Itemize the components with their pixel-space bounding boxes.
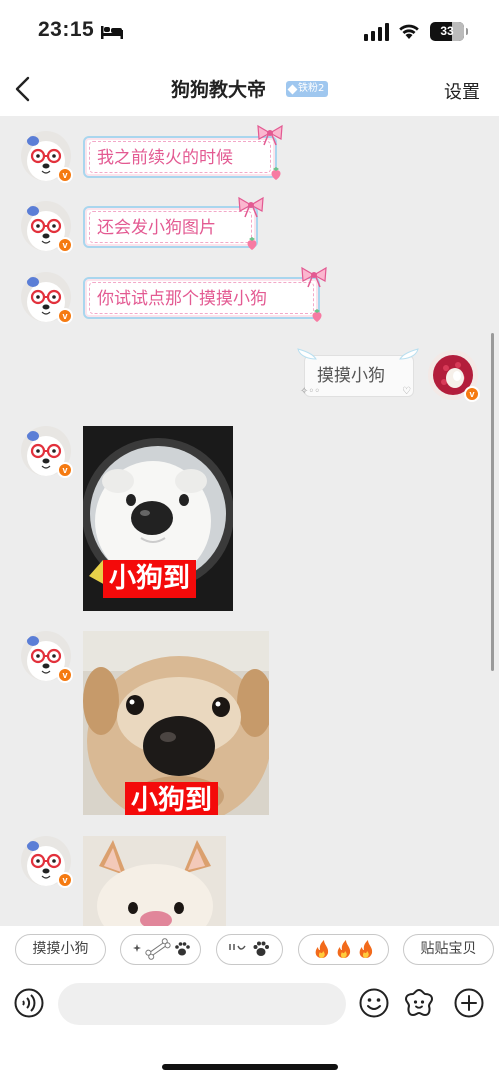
wing-decoration-icon [399,348,419,360]
voice-input-icon[interactable] [14,988,44,1018]
status-time: 23:15 [38,18,95,41]
strawberry-decoration-icon [312,309,322,322]
photo-caption: 小狗到 [103,560,196,598]
dog-photo-message[interactable]: 小狗到 [83,426,233,611]
message-input[interactable] [58,983,346,1025]
photo-caption: 小狗到 [125,782,218,815]
quick-reply-chip[interactable]: 摸摸小狗 [15,934,106,965]
sleep-focus-icon [101,26,123,39]
avatar[interactable]: v [21,426,73,478]
chat-title: 狗狗教大帝 [171,79,267,101]
fire-fire-fire-icon [315,940,372,958]
fan-level-badge: 铁粉2 [286,81,329,97]
navigation-bar: 狗狗教大帝 铁粉2 设置 [0,64,499,116]
quick-reply-label: 贴贴宝贝 [420,941,477,957]
home-indicator [162,1064,338,1070]
message-bubble[interactable]: 我之前续火的时候 [83,136,277,178]
sparkle-bone-paw-icon [132,938,190,960]
message-bubble[interactable]: 还会发小狗图片 [83,206,258,248]
quick-reply-label: 摸摸小狗 [32,941,89,957]
battery-indicator: 33 [430,22,468,41]
bow-decoration-icon [301,266,327,288]
dog-photo-message[interactable] [83,836,226,926]
message-bubble[interactable]: 你试试点那个摸摸小狗 [83,277,320,319]
wing-decoration-icon [297,348,317,360]
sparkle-decoration-icon: ✧◦◦ [300,386,321,397]
avatar[interactable]: v [21,131,73,183]
emoji-icon[interactable] [359,988,389,1018]
verified-badge-icon: v [57,872,73,888]
verified-badge-icon: v [57,308,73,324]
wifi-icon [399,24,419,39]
cellular-signal-icon [364,23,389,41]
dog-photo-message[interactable]: 小狗到 [83,631,269,815]
bow-decoration-icon [257,124,283,146]
verified-badge-icon: v [464,386,480,402]
face-paw-icon [228,941,269,956]
my-avatar[interactable]: v [428,350,480,402]
heart-decoration-icon: ♡ [402,386,411,397]
back-arrow-icon[interactable] [12,74,36,104]
quick-reply-chip[interactable]: 贴贴宝贝 [403,934,494,965]
strawberry-decoration-icon [247,237,257,250]
diamond-icon [287,84,298,94]
quick-reply-chip[interactable] [120,934,201,965]
fan-level-label: 铁粉2 [298,83,325,94]
plus-icon[interactable] [454,988,484,1018]
message-input-bar [0,972,499,1080]
avatar[interactable]: v [21,631,73,683]
bow-decoration-icon [238,196,264,218]
avatar[interactable]: v [21,272,73,324]
strawberry-decoration-icon [271,167,281,180]
verified-badge-icon: v [57,462,73,478]
verified-badge-icon: v [57,167,73,183]
avatar[interactable]: v [21,836,73,888]
settings-button[interactable]: 设置 [444,78,480,104]
status-bar: 23:15 33 [0,0,499,64]
message-bubble-self[interactable]: 摸摸小狗 [304,355,414,397]
quick-reply-chip[interactable] [216,934,283,965]
scrollbar[interactable] [491,333,494,671]
verified-badge-icon: v [57,237,73,253]
avatar[interactable]: v [21,201,73,253]
quick-reply-bar: 摸摸小狗 贴贴宝贝 [0,926,499,972]
quick-reply-chip[interactable] [298,934,389,965]
shiba-puppy-image [83,836,226,926]
sticker-icon[interactable] [403,987,435,1019]
verified-badge-icon: v [57,667,73,683]
